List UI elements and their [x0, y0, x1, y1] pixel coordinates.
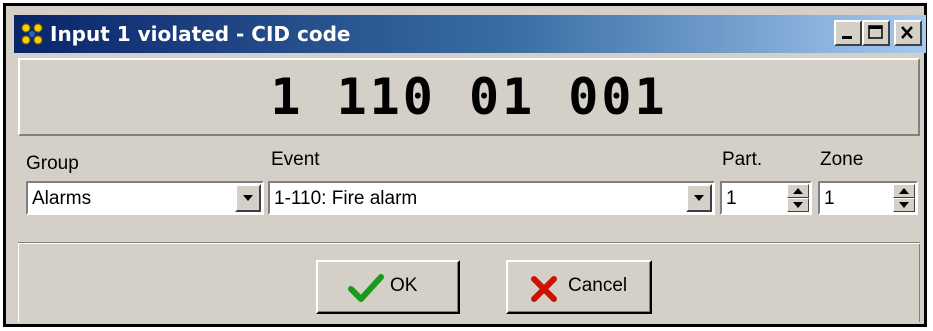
partition-up-button[interactable] — [787, 184, 809, 198]
partition-spin-buttons — [787, 184, 809, 212]
close-button[interactable] — [894, 20, 922, 46]
title-bar[interactable]: Input 1 violated - CID code — [14, 15, 926, 53]
cancel-button[interactable]: Cancel — [506, 260, 652, 314]
maximize-icon — [868, 25, 883, 39]
event-select[interactable]: 1-110: Fire alarm — [268, 181, 715, 215]
zone-down-button[interactable] — [893, 198, 915, 212]
minimize-icon — [842, 36, 852, 39]
zone-up-button[interactable] — [893, 184, 915, 198]
arrow-down-icon — [793, 202, 803, 208]
zone-spinner[interactable]: 1 — [818, 181, 918, 215]
minimize-button[interactable] — [834, 20, 862, 46]
zone-label: Zone — [820, 149, 864, 170]
event-dropdown-button[interactable] — [686, 184, 712, 212]
partition-label: Part. — [722, 149, 763, 170]
button-panel — [18, 244, 920, 322]
cid-code: 1 110 01 001 — [270, 68, 668, 126]
dialog-window: Input 1 violated - CID code 1 110 01 001… — [3, 3, 927, 327]
group-value: Alarms — [32, 188, 92, 209]
maximize-button[interactable] — [862, 20, 890, 46]
partition-value: 1 — [726, 188, 737, 209]
cid-code-display: 1 110 01 001 — [18, 58, 920, 136]
partition-down-button[interactable] — [787, 198, 809, 212]
event-label: Event — [271, 149, 320, 170]
chevron-down-icon — [694, 195, 704, 201]
checkmark-icon — [348, 274, 384, 302]
group-select[interactable]: Alarms — [26, 181, 264, 215]
event-value: 1-110: Fire alarm — [274, 188, 418, 209]
arrow-up-icon — [899, 188, 909, 194]
chevron-down-icon — [243, 195, 253, 201]
zone-spin-buttons — [893, 184, 915, 212]
window-title: Input 1 violated - CID code — [50, 22, 351, 46]
arrow-up-icon — [793, 188, 803, 194]
app-icon — [20, 22, 44, 46]
close-icon — [901, 26, 913, 39]
cancel-label: Cancel — [568, 275, 628, 296]
zone-value: 1 — [824, 188, 835, 209]
x-icon — [531, 276, 557, 302]
partition-spinner[interactable]: 1 — [720, 181, 812, 215]
ok-label: OK — [390, 275, 418, 296]
group-dropdown-button[interactable] — [235, 184, 261, 212]
arrow-down-icon — [899, 202, 909, 208]
group-label: Group — [26, 153, 79, 174]
ok-button[interactable]: OK — [316, 260, 460, 314]
